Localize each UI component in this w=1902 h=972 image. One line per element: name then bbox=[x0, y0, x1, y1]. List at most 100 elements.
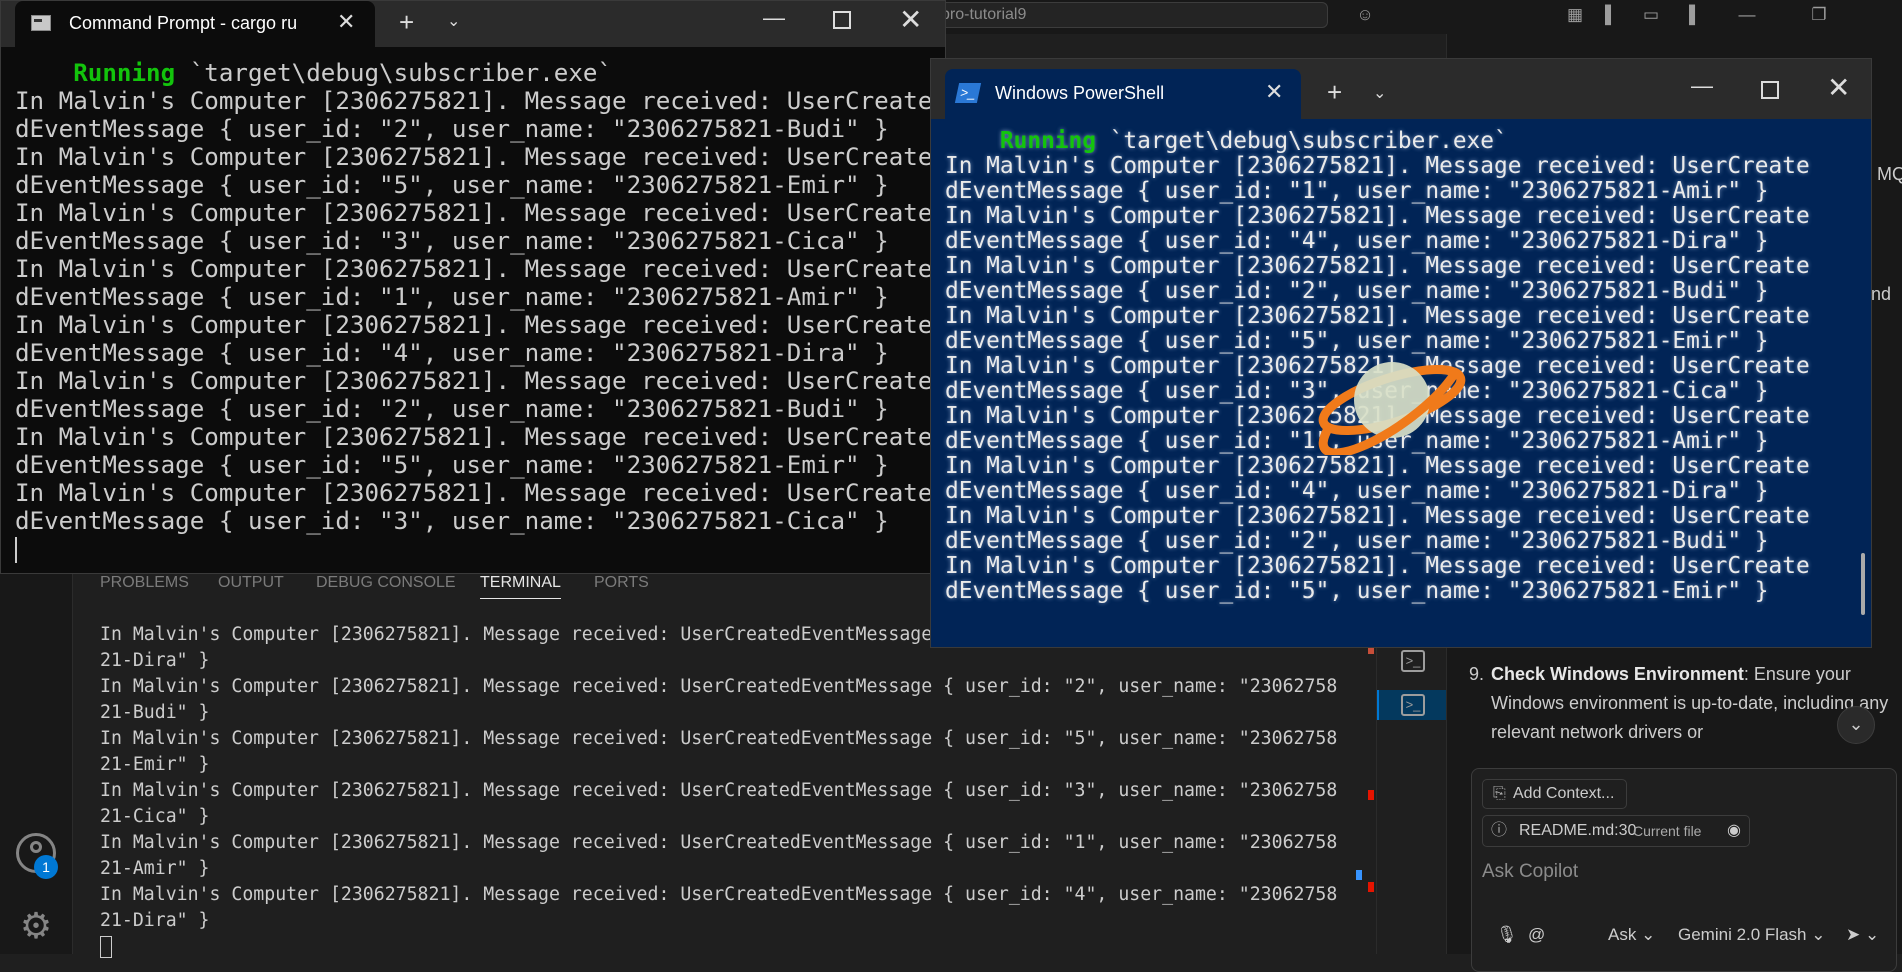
terminal-line: In Malvin's Computer [2306275821]. Messa… bbox=[945, 253, 1810, 279]
terminal-line: 21-Dira" } bbox=[100, 650, 210, 671]
vscode-terminal-output[interactable]: In Malvin's Computer [2306275821]. Messa… bbox=[100, 622, 1350, 960]
scrollbar-marker bbox=[1368, 882, 1374, 892]
close-tab-icon[interactable]: ✕ bbox=[337, 9, 355, 35]
maximize-icon[interactable] bbox=[1761, 81, 1779, 99]
terminal-line: In Malvin's Computer [2306275821]. Messa… bbox=[15, 255, 933, 283]
new-tab-icon[interactable]: + bbox=[399, 7, 414, 38]
terminal-line: In Malvin's Computer [2306275821]. Messa… bbox=[945, 553, 1810, 579]
mode-dropdown[interactable]: Ask ⌄ bbox=[1608, 925, 1655, 945]
minimize-icon[interactable]: — bbox=[1691, 73, 1713, 99]
terminal-line: In Malvin's Computer [2306275821]. Messa… bbox=[945, 453, 1810, 479]
text-cursor bbox=[100, 936, 112, 958]
scrollbar-marker bbox=[1368, 790, 1374, 800]
terminal-line: 21-Amir" } bbox=[100, 858, 210, 879]
tab-ports[interactable]: PORTS bbox=[594, 574, 649, 592]
terminal-line: In Malvin's Computer [2306275821]. Messa… bbox=[15, 199, 933, 227]
vscode-restore-icon[interactable]: ❐ bbox=[1808, 4, 1830, 26]
command-center-text: pro-tutorial9 bbox=[941, 6, 1027, 23]
context-file-name: README.md:30 bbox=[1519, 822, 1637, 839]
command-prompt-window: Command Prompt - cargo ru ✕ + ⌄ — ✕ Runn… bbox=[0, 0, 946, 574]
terminal-icon[interactable]: >_ bbox=[1401, 694, 1425, 716]
terminal-line: 21-Budi" } bbox=[100, 702, 210, 723]
cmd-tab-title: Command Prompt - cargo ru bbox=[69, 13, 298, 33]
vscode-minimize-icon[interactable]: — bbox=[1736, 4, 1758, 26]
add-context-button[interactable]: Add Context... bbox=[1482, 779, 1628, 809]
terminal-line: In Malvin's Computer [2306275821]. Messa… bbox=[945, 153, 1810, 179]
terminal-line: In Malvin's Computer [2306275821]. Messa… bbox=[945, 503, 1810, 529]
running-label: Running bbox=[945, 128, 1096, 154]
copilot-icon[interactable]: ☺ bbox=[1354, 4, 1376, 26]
cmd-tab[interactable]: Command Prompt - cargo ru ✕ bbox=[15, 1, 375, 47]
saturn-icon bbox=[1318, 362, 1466, 455]
context-file-chip[interactable]: ⓘ README.md:30 Current file ◉ bbox=[1482, 815, 1750, 847]
mode-label: Ask bbox=[1608, 925, 1637, 944]
tab-problems[interactable]: PROBLEMS bbox=[100, 574, 189, 592]
send-icon[interactable]: ➤ ⌄ bbox=[1846, 925, 1879, 945]
copilot-text-fragment: nd bbox=[1871, 284, 1892, 304]
terminal-line: In Malvin's Computer [2306275821]. Messa… bbox=[100, 676, 1338, 697]
account-badge: 1 bbox=[34, 855, 58, 879]
ask-copilot-input[interactable]: Ask Copilot bbox=[1482, 861, 1578, 883]
terminal-icon[interactable]: >_ bbox=[1401, 650, 1425, 672]
terminal-line: In Malvin's Computer [2306275821]. Messa… bbox=[100, 780, 1338, 801]
powershell-icon: >_ bbox=[954, 83, 982, 103]
terminal-line: dEventMessage { user_id: "2", user_name:… bbox=[945, 528, 1769, 554]
copilot-response-step: 9. Check Windows Environment: Ensure you… bbox=[1469, 660, 1891, 747]
terminal-line bbox=[100, 934, 1350, 960]
ps-tab[interactable]: >_ Windows PowerShell ✕ bbox=[945, 69, 1301, 119]
running-line: Running `target\debug\subscriber.exe` bbox=[15, 59, 932, 87]
step-number: 9. bbox=[1469, 664, 1485, 684]
chat-toolbar: 🎙 @ Ask ⌄ Gemini 2.0 Flash ⌄ ➤ ⌄ bbox=[1482, 919, 1888, 955]
scrollbar[interactable] bbox=[1861, 553, 1865, 615]
running-line: Running `target\debug\subscriber.exe` bbox=[945, 129, 1810, 154]
scroll-down-button[interactable]: ⌄ bbox=[1837, 706, 1875, 744]
tab-output[interactable]: OUTPUT bbox=[218, 574, 284, 592]
toggle-panel-icon[interactable]: ▭ bbox=[1640, 4, 1662, 26]
terminal-line: 21-Cica" } bbox=[100, 806, 210, 827]
terminal-line: 21-Dira" } bbox=[100, 910, 210, 931]
model-dropdown[interactable]: Gemini 2.0 Flash ⌄ bbox=[1678, 925, 1825, 945]
chevron-down-icon[interactable]: ⌄ bbox=[1373, 83, 1386, 103]
terminal-line: dEventMessage { user_id: "5", user_name:… bbox=[945, 578, 1769, 604]
close-tab-icon[interactable]: ✕ bbox=[1265, 79, 1283, 105]
mention-icon[interactable]: @ bbox=[1528, 925, 1545, 945]
terminal-line: In Malvin's Computer [2306275821]. Messa… bbox=[15, 143, 933, 171]
running-label: Running bbox=[15, 59, 176, 87]
maximize-icon[interactable] bbox=[833, 11, 851, 29]
terminal-line: dEventMessage { user_id: "4", user_name:… bbox=[15, 339, 889, 367]
terminal-line: In Malvin's Computer [2306275821]. Messa… bbox=[15, 423, 933, 451]
context-file-label: Current file bbox=[1633, 823, 1702, 839]
terminal-line: dEventMessage { user_id: "5", user_name:… bbox=[15, 451, 889, 479]
toggle-sidebar-icon[interactable]: ▌ bbox=[1600, 4, 1622, 26]
tab-debug-console[interactable]: DEBUG CONSOLE bbox=[316, 574, 456, 592]
text-cursor bbox=[15, 537, 17, 563]
eye-icon[interactable]: ◉ bbox=[1727, 816, 1741, 846]
activity-bar bbox=[0, 560, 73, 954]
running-path: `target\debug\subscriber.exe` bbox=[1095, 128, 1508, 154]
customize-layout-icon[interactable]: ▦ bbox=[1564, 4, 1586, 26]
new-tab-icon[interactable]: + bbox=[1327, 77, 1342, 108]
running-path: `target\debug\subscriber.exe` bbox=[175, 59, 613, 87]
ps-tab-title: Windows PowerShell bbox=[995, 83, 1165, 103]
toggle-secondary-sidebar-icon[interactable]: ▐ bbox=[1678, 4, 1700, 26]
tab-terminal[interactable]: TERMINAL bbox=[480, 574, 561, 599]
chat-input-box: Add Context... ⓘ README.md:30 Current fi… bbox=[1471, 768, 1897, 972]
terminal-line: In Malvin's Computer [2306275821]. Messa… bbox=[15, 87, 933, 115]
cmd-terminal-output[interactable]: Running `target\debug\subscriber.exe` In … bbox=[15, 59, 932, 535]
minimize-icon[interactable]: — bbox=[763, 5, 785, 31]
close-icon[interactable]: ✕ bbox=[1827, 71, 1850, 104]
copilot-text-fragment: MQ bbox=[1877, 164, 1902, 184]
gear-icon[interactable]: ⚙ bbox=[15, 905, 57, 947]
terminal-line: In Malvin's Computer [2306275821]. Messa… bbox=[945, 303, 1810, 329]
terminal-line: dEventMessage { user_id: "4", user_name:… bbox=[945, 228, 1769, 254]
command-center-search[interactable]: pro-tutorial9 bbox=[928, 2, 1328, 28]
terminal-line: In Malvin's Computer [2306275821]. Messa… bbox=[100, 832, 1338, 853]
terminal-line: dEventMessage { user_id: "1", user_name:… bbox=[15, 283, 889, 311]
microphone-icon[interactable]: 🎙 bbox=[1496, 925, 1518, 945]
close-icon[interactable]: ✕ bbox=[899, 3, 922, 36]
chevron-down-icon[interactable]: ⌄ bbox=[447, 11, 460, 31]
ps-titlebar: >_ Windows PowerShell ✕ + ⌄ — ✕ bbox=[931, 59, 1871, 119]
model-label: Gemini 2.0 Flash bbox=[1678, 925, 1807, 944]
command-prompt-icon bbox=[31, 15, 51, 31]
terminal-line: dEventMessage { user_id: "3", user_name:… bbox=[15, 227, 889, 255]
